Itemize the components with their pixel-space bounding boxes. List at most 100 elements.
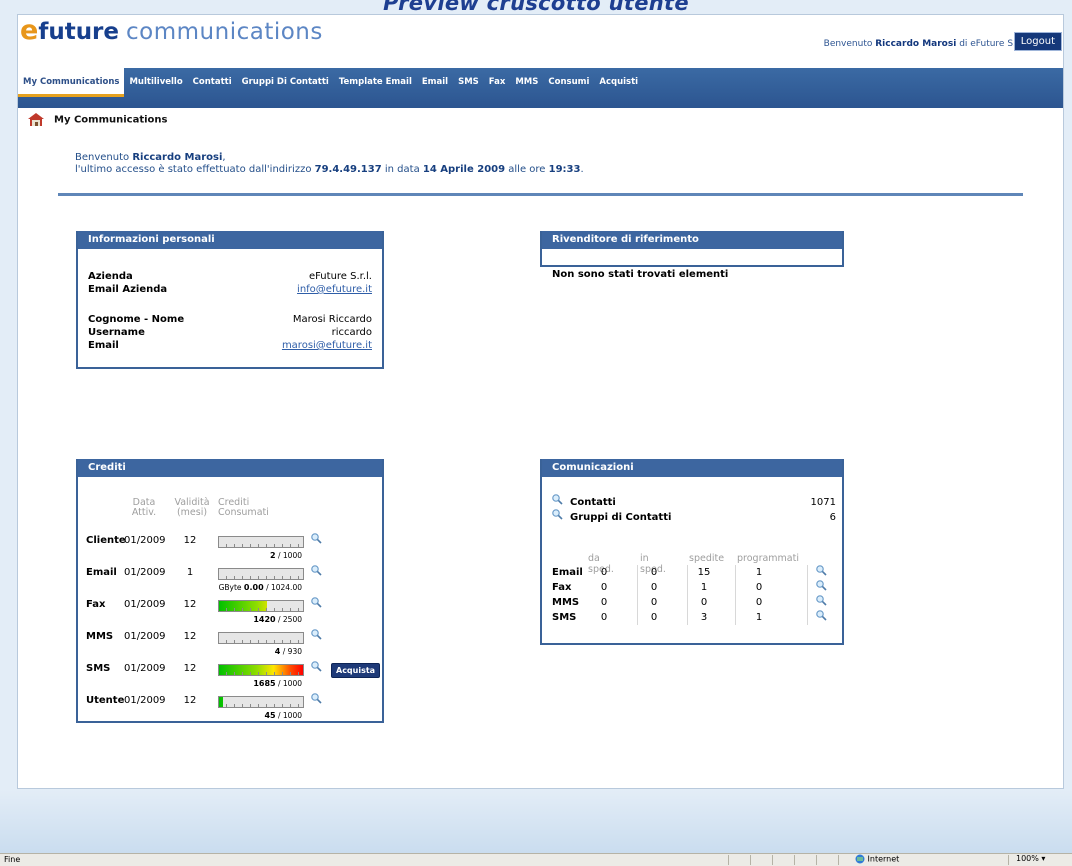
divider bbox=[58, 193, 1023, 196]
comm-type-label: Fax bbox=[552, 582, 571, 593]
comm-type-label: Email bbox=[552, 567, 583, 578]
zoom-control[interactable]: 100% ▾ bbox=[1016, 854, 1045, 863]
breadcrumb-label: My Communications bbox=[54, 115, 168, 126]
full-name: Marosi Riccardo bbox=[293, 314, 372, 325]
groups-count: 6 bbox=[830, 512, 836, 523]
usage-bar bbox=[218, 696, 304, 708]
company-email-link[interactable]: info@efuture.it bbox=[297, 284, 372, 295]
comm-value: 0 bbox=[589, 567, 619, 578]
panel-title: Rivenditore di riferimento bbox=[542, 231, 842, 249]
col-head-date: Data Attiv. bbox=[124, 498, 164, 518]
logo-communications: communications bbox=[126, 19, 323, 45]
logout-button[interactable]: Logout bbox=[1014, 32, 1062, 51]
last-access-time: 19:33 bbox=[549, 164, 581, 175]
groups-row[interactable]: Gruppi di Contatti 6 bbox=[552, 512, 836, 527]
comm-value: 0 bbox=[744, 582, 774, 593]
credits-panel: Crediti Data Attiv. Validità (mesi) Cred… bbox=[76, 459, 384, 723]
efuture-logo[interactable]: efuture communications bbox=[20, 15, 323, 55]
nav-consumi[interactable]: Consumi bbox=[543, 68, 594, 96]
credit-date: 01/2009 bbox=[124, 695, 166, 706]
search-icon[interactable] bbox=[311, 661, 322, 672]
panel-title: Informazioni personali bbox=[78, 231, 382, 249]
credit-summary: 1685 / 1000 bbox=[218, 679, 302, 688]
credit-label: Fax bbox=[86, 599, 105, 610]
buy-sms-button[interactable]: Acquista bbox=[331, 663, 380, 678]
search-icon[interactable] bbox=[816, 610, 827, 624]
search-icon[interactable] bbox=[311, 533, 322, 544]
comm-value: 0 bbox=[589, 597, 619, 608]
credit-validity: 12 bbox=[180, 535, 200, 546]
credit-label: SMS bbox=[86, 663, 110, 674]
contacts-row[interactable]: Contatti 1071 bbox=[552, 497, 836, 512]
credit-date: 01/2009 bbox=[124, 535, 166, 546]
nav-my-communications[interactable]: My Communications bbox=[18, 68, 124, 97]
comm-value: 15 bbox=[689, 567, 719, 578]
credit-date: 01/2009 bbox=[124, 567, 166, 578]
status-text: Fine bbox=[4, 855, 20, 864]
credit-validity: 12 bbox=[180, 631, 200, 642]
nav-mms[interactable]: MMS bbox=[510, 68, 543, 96]
intro-user-name: Riccardo Marosi bbox=[132, 152, 222, 163]
nav-gruppi-di-contatti[interactable]: Gruppi Di Contatti bbox=[237, 68, 334, 96]
comm-value: 0 bbox=[639, 567, 669, 578]
comm-value: 0 bbox=[689, 597, 719, 608]
comm-row: SMS0031 bbox=[552, 612, 842, 626]
search-icon[interactable] bbox=[552, 494, 563, 505]
nav-acquisti[interactable]: Acquisti bbox=[594, 68, 643, 96]
search-icon[interactable] bbox=[816, 565, 827, 579]
logo-future: future bbox=[38, 19, 119, 45]
header-welcome: Benvenuto Riccardo Marosi di eFuture S.r… bbox=[824, 39, 1027, 49]
usage-bar bbox=[218, 632, 304, 644]
nav-email[interactable]: Email bbox=[417, 68, 453, 96]
comm-value: 0 bbox=[589, 582, 619, 593]
search-icon[interactable] bbox=[816, 580, 827, 594]
search-icon[interactable] bbox=[311, 597, 322, 608]
col-head-validity: Validità (mesi) bbox=[172, 498, 212, 518]
credit-date: 01/2009 bbox=[124, 631, 166, 642]
col-head-scheduled: programmati bbox=[737, 553, 799, 564]
logo-e: e bbox=[20, 15, 38, 46]
nav-fax[interactable]: Fax bbox=[484, 68, 511, 96]
search-icon[interactable] bbox=[311, 693, 322, 704]
company-name: eFuture S.r.l. bbox=[309, 271, 372, 282]
nav-template-email[interactable]: Template Email bbox=[334, 68, 417, 96]
usage-bar bbox=[218, 600, 304, 612]
search-icon[interactable] bbox=[311, 565, 322, 576]
comm-value: 1 bbox=[744, 567, 774, 578]
usage-bar bbox=[218, 568, 304, 580]
credit-summary: 1420 / 2500 bbox=[218, 615, 302, 624]
credit-summary: GByte 0.00 / 1024.00 bbox=[218, 583, 302, 592]
nav-multilivello[interactable]: Multilivello bbox=[124, 68, 187, 96]
usage-bar bbox=[218, 536, 304, 548]
credit-summary: 4 / 930 bbox=[218, 647, 302, 656]
nav-sms[interactable]: SMS bbox=[453, 68, 484, 96]
comm-row: Email 0 0 15 1 bbox=[552, 567, 842, 581]
nav-contatti[interactable]: Contatti bbox=[188, 68, 237, 96]
credit-validity: 12 bbox=[180, 599, 200, 610]
comm-value: 1 bbox=[689, 582, 719, 593]
user-email-link[interactable]: marosi@efuture.it bbox=[282, 340, 372, 351]
panel-title: Crediti bbox=[78, 459, 382, 477]
comm-value: 0 bbox=[589, 612, 619, 623]
comm-value: 1 bbox=[744, 612, 774, 623]
credit-label: Cliente bbox=[86, 535, 126, 546]
comm-value: 0 bbox=[639, 597, 669, 608]
credit-summary: 2 / 1000 bbox=[218, 551, 302, 560]
security-zone: Internet bbox=[855, 854, 899, 864]
main-nav: My Communications Multilivello Contatti … bbox=[18, 68, 1063, 108]
comm-value: 0 bbox=[744, 597, 774, 608]
search-icon[interactable] bbox=[552, 509, 563, 520]
credit-validity: 1 bbox=[180, 567, 200, 578]
search-icon[interactable] bbox=[816, 595, 827, 609]
comm-value: 3 bbox=[689, 612, 719, 623]
comm-value: 0 bbox=[639, 612, 669, 623]
communications-panel: Comunicazioni Contatti 1071 Gruppi di Co… bbox=[540, 459, 844, 645]
username: riccardo bbox=[332, 327, 372, 338]
search-icon[interactable] bbox=[311, 629, 322, 640]
comm-type-label: MMS bbox=[552, 597, 579, 608]
credit-date: 01/2009 bbox=[124, 663, 166, 674]
contacts-count: 1071 bbox=[811, 497, 836, 508]
last-access-ip: 79.4.49.137 bbox=[315, 164, 382, 175]
comm-row: MMS 0 0 0 0 bbox=[552, 597, 842, 611]
breadcrumb: My Communications bbox=[28, 113, 168, 126]
